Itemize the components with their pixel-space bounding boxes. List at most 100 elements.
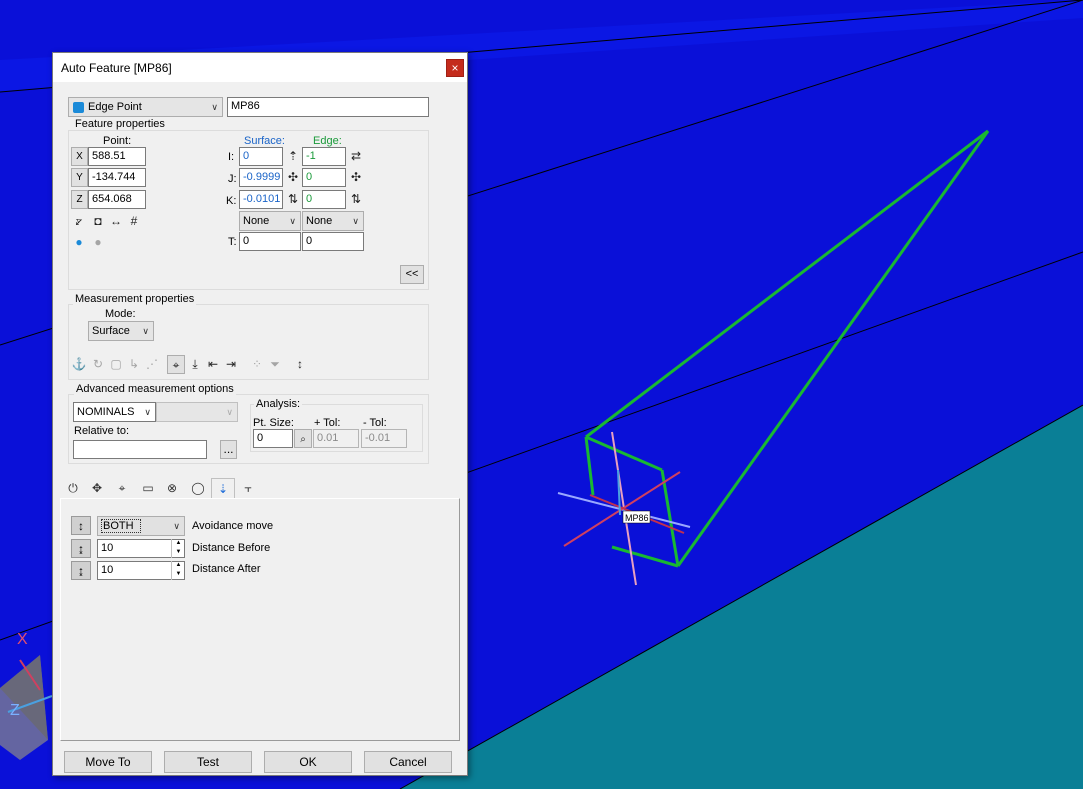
mode-label: Mode: xyxy=(105,308,136,320)
surface-normal-icon[interactable]: ⇡ xyxy=(284,147,302,166)
offset-right-icon[interactable]: ⇥ xyxy=(222,355,240,374)
reverse-icon: ● xyxy=(94,235,102,249)
feature-properties-label: Feature properties xyxy=(73,118,167,130)
edge-none-select[interactable]: None ∨ xyxy=(302,211,364,231)
k-label: K: xyxy=(226,195,237,207)
ok-button[interactable]: OK xyxy=(264,751,352,773)
auto-feature-dialog: Auto Feature [MP86] × Edge Point ∨ MP86 … xyxy=(52,52,468,776)
distance-before-label: Distance Before xyxy=(192,542,271,554)
tab-move[interactable]: ✥ xyxy=(86,478,108,498)
offset-left-icon[interactable]: ⇤ xyxy=(204,355,222,374)
surface-k-input[interactable]: -0.0101 xyxy=(239,190,283,209)
y-input[interactable]: -134.744 xyxy=(88,168,146,187)
edge-t-input[interactable]: 0 xyxy=(302,232,364,251)
feature-type-select[interactable]: Edge Point ∨ xyxy=(68,97,223,117)
surface-none-select[interactable]: None ∨ xyxy=(239,211,301,231)
measurement-properties-label: Measurement properties xyxy=(73,293,197,305)
edge-i-input[interactable]: -1 xyxy=(302,147,346,166)
move-to-button[interactable]: Move To xyxy=(64,751,152,773)
points-icon: ⋰ xyxy=(146,357,158,371)
chevron-down-icon: ∨ xyxy=(142,326,149,336)
tab-image[interactable]: ▭ xyxy=(137,478,159,498)
dialog-titlebar[interactable]: Auto Feature [MP86] × xyxy=(53,53,467,82)
mode-select[interactable]: Surface ∨ xyxy=(88,321,154,341)
target-icon[interactable]: ⌖ xyxy=(167,355,185,374)
edge-k-input[interactable]: 0 xyxy=(302,190,346,209)
point-from-cad-icon[interactable]: ⦫ xyxy=(70,212,88,231)
play-icon[interactable]: ● xyxy=(70,233,88,252)
tab-circle[interactable]: ◯ xyxy=(187,478,209,498)
close-button[interactable]: × xyxy=(446,59,464,77)
surface-vector-icon[interactable]: ⇅ xyxy=(284,190,302,209)
x-input[interactable]: 588.51 xyxy=(88,147,146,166)
chevron-down-icon: ∨ xyxy=(211,102,218,112)
surface-j-input[interactable]: -0.9999 xyxy=(239,168,283,187)
tab-cancel[interactable]: ⊗ xyxy=(161,478,183,498)
surface-none-value: None xyxy=(243,215,270,227)
test-button[interactable]: Test xyxy=(164,751,252,773)
x-toggle-button[interactable]: X xyxy=(71,147,88,166)
plus-tol-label: + Tol: xyxy=(314,417,341,429)
point-label: Point: xyxy=(103,135,132,147)
feature-id-input[interactable]: MP86 xyxy=(227,97,429,117)
collapse-button[interactable]: << xyxy=(400,265,424,284)
surface-i-input[interactable]: 0 xyxy=(239,147,283,166)
anchor-icon[interactable]: ⚓ xyxy=(70,355,88,374)
corner-icon: ↳ xyxy=(128,357,140,371)
point-distance-icon[interactable]: ↔ xyxy=(107,212,125,231)
distance-after-icon: ↨ xyxy=(71,561,91,580)
edge-j-input[interactable]: 0 xyxy=(302,168,346,187)
pt-size-label: Pt. Size: xyxy=(253,417,294,429)
chevron-down-icon: ∨ xyxy=(289,216,296,226)
depth-icon[interactable]: ⤓ xyxy=(186,355,204,374)
chevron-down-icon: ∨ xyxy=(352,216,359,226)
avoidance-icon[interactable]: ↕ xyxy=(291,355,309,374)
cancel-button[interactable]: Cancel xyxy=(364,751,452,773)
grid-icon[interactable]: # xyxy=(125,212,143,231)
plus-tol-input: 0.01 xyxy=(313,429,359,448)
i-label: I: xyxy=(228,151,235,163)
edge-label: Edge: xyxy=(313,135,342,147)
chevron-down-icon: ∨ xyxy=(173,521,180,531)
advanced-options-label: Advanced measurement options xyxy=(74,383,236,395)
surface-flip-icon[interactable]: ✣ xyxy=(284,168,302,187)
z-toggle-button[interactable]: Z xyxy=(71,190,88,209)
minus-tol-input: -0.01 xyxy=(361,429,407,448)
distance-before-spinner[interactable]: ▲ ▼ xyxy=(171,539,185,558)
browse-button[interactable]: ... xyxy=(220,440,237,459)
avoidance-mode-value: BOTH xyxy=(101,519,141,533)
j-label: J: xyxy=(228,173,237,185)
tab-power[interactable]: ⏻ xyxy=(62,478,84,498)
scatter-icon: ⁘ xyxy=(251,357,263,371)
point-tag-label: MP86 xyxy=(625,513,649,523)
edge-flip-icon[interactable]: ✣ xyxy=(347,168,365,187)
axis-x-label: X xyxy=(17,631,28,648)
nominals-value: NOMINALS xyxy=(77,406,135,418)
distance-after-label: Distance After xyxy=(192,563,261,575)
point-on-surface-icon[interactable]: ◘ xyxy=(89,212,107,231)
relative-to-label: Relative to: xyxy=(74,425,130,437)
rotate-icon: ↻ xyxy=(92,357,104,371)
minus-tol-label: - Tol: xyxy=(363,417,387,429)
box-icon: ▢ xyxy=(110,357,122,371)
z-input[interactable]: 654.068 xyxy=(88,190,146,209)
surface-t-input[interactable]: 0 xyxy=(239,232,301,251)
avoidance-mode-select[interactable]: BOTH ∨ xyxy=(97,516,185,536)
relative-to-input[interactable] xyxy=(73,440,207,459)
distance-after-spinner[interactable]: ▲ ▼ xyxy=(171,561,185,580)
chevron-down-icon: ∨ xyxy=(226,407,233,417)
avoidance-move-label: Avoidance move xyxy=(192,520,274,532)
edge-point-icon xyxy=(73,102,84,113)
nominals-select[interactable]: NOMINALS ∨ xyxy=(73,402,156,422)
edge-vector-icon[interactable]: ⇅ xyxy=(347,190,365,209)
tab-avoidance[interactable]: ⇣ xyxy=(211,478,235,500)
edge-swap-icon[interactable]: ⇄ xyxy=(347,147,365,166)
pt-size-input[interactable]: 0 xyxy=(253,429,293,448)
tab-target[interactable]: ⌖ xyxy=(111,478,133,498)
secondary-select: ∨ xyxy=(156,402,238,422)
magnify-icon[interactable]: ⌕ xyxy=(294,429,312,448)
tab-probe[interactable]: ⫟ xyxy=(237,478,259,498)
avoidance-mode-icon: ↕ xyxy=(71,516,91,535)
mode-value: Surface xyxy=(92,325,130,337)
y-toggle-button[interactable]: Y xyxy=(71,168,88,187)
